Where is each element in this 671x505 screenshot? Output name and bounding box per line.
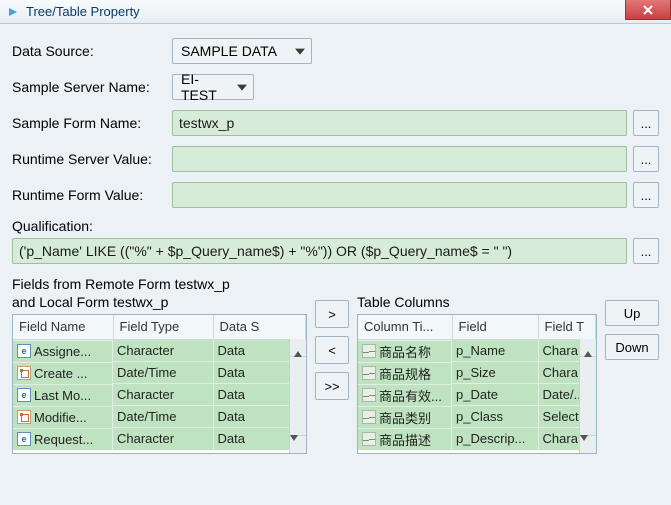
char-field-icon: e (17, 388, 31, 402)
runtime-form-label: Runtime Form Value: (12, 187, 172, 203)
columns-header-field[interactable]: Field (452, 315, 538, 339)
sample-form-label: Sample Form Name: (12, 115, 172, 131)
move-right-button[interactable]: > (315, 300, 349, 328)
column-field-cell: p_Size (452, 362, 538, 384)
columns-table[interactable]: Column Ti... Field Field T 商品名称p_NameCha… (358, 315, 596, 450)
close-button[interactable] (625, 0, 671, 20)
title-bar: Tree/Table Property (0, 0, 671, 24)
fields-heading-line1: Fields from Remote Form testwx_p (12, 276, 307, 292)
runtime-server-browse-button[interactable]: ... (633, 146, 659, 172)
sample-server-select[interactable]: EI-TEST (172, 74, 254, 100)
field-type-cell: Date/Time (113, 406, 213, 428)
qualification-input[interactable]: ('p_Name' LIKE (("%" + $p_Query_name$) +… (12, 238, 627, 264)
app-icon (6, 5, 20, 19)
qualification-label: Qualification: (12, 218, 659, 234)
table-row[interactable]: 商品规格p_SizeChara... (358, 362, 595, 384)
fields-heading-line2: and Local Form testwx_p (12, 294, 307, 310)
column-icon (362, 388, 376, 402)
field-name-cell: eAssigne... (13, 340, 113, 362)
char-field-icon: e (17, 432, 31, 446)
runtime-server-input[interactable] (172, 146, 627, 172)
columns-table-wrap: Column Ti... Field Field T 商品名称p_NameCha… (357, 314, 597, 454)
runtime-server-label: Runtime Server Value: (12, 151, 172, 167)
fields-header-data[interactable]: Data S (213, 315, 306, 339)
down-button[interactable]: Down (605, 334, 659, 360)
field-type-cell: Character (113, 339, 213, 362)
runtime-form-browse-button[interactable]: ... (633, 182, 659, 208)
table-row[interactable]: 商品类别p_ClassSelect... (358, 406, 595, 428)
table-row[interactable]: eLast Mo...CharacterData (13, 384, 306, 406)
fields-table[interactable]: Field Name Field Type Data S eAssigne...… (13, 315, 306, 450)
date-field-icon (17, 366, 31, 380)
data-source-value: SAMPLE DATA (181, 43, 277, 59)
column-title-cell: 商品有效... (358, 384, 452, 406)
sample-server-value: EI-TEST (181, 71, 231, 103)
window-title: Tree/Table Property (26, 4, 140, 19)
sample-form-value: testwx_p (179, 115, 234, 131)
qualification-browse-button[interactable]: ... (633, 238, 659, 264)
scroll-up-icon[interactable] (290, 339, 306, 357)
field-name-cell: eLast Mo... (13, 384, 113, 406)
columns-header-type[interactable]: Field T (538, 315, 595, 339)
fields-panel: Fields from Remote Form testwx_p and Loc… (12, 276, 307, 454)
fields-header-type[interactable]: Field Type (113, 315, 213, 339)
column-field-cell: p_Date (452, 384, 538, 406)
transfer-buttons: > < >> (315, 300, 349, 400)
order-buttons: Up Down (605, 300, 659, 360)
up-button[interactable]: Up (605, 300, 659, 326)
fields-table-wrap: Field Name Field Type Data S eAssigne...… (12, 314, 307, 454)
data-source-label: Data Source: (12, 43, 172, 59)
column-icon (362, 366, 376, 380)
column-field-cell: p_Name (452, 339, 538, 362)
column-field-cell: p_Descrip... (452, 428, 538, 450)
scroll-down-icon[interactable] (290, 435, 306, 453)
table-row[interactable]: 商品描述p_Descrip...Chara... (358, 428, 595, 450)
sample-form-input[interactable]: testwx_p (172, 110, 627, 136)
columns-vscroll[interactable] (579, 339, 596, 453)
scroll-down-icon[interactable] (580, 435, 596, 453)
sample-form-browse-button[interactable]: ... (633, 110, 659, 136)
sample-server-label: Sample Server Name: (12, 79, 172, 95)
char-field-icon: e (17, 344, 31, 358)
table-row[interactable]: Modifie...Date/TimeData (13, 406, 306, 428)
columns-panel: Table Columns Column Ti... Field Field T… (357, 276, 597, 454)
column-icon (362, 344, 376, 358)
field-name-cell: eRequest... (13, 428, 113, 450)
table-row[interactable]: 商品有效...p_DateDate/... (358, 384, 595, 406)
column-title-cell: 商品类别 (358, 406, 452, 428)
field-name-cell: Create ... (13, 362, 113, 384)
field-name-cell: Modifie... (13, 406, 113, 428)
columns-header-title[interactable]: Column Ti... (358, 315, 452, 339)
field-type-cell: Date/Time (113, 362, 213, 384)
column-field-cell: p_Class (452, 406, 538, 428)
data-source-select[interactable]: SAMPLE DATA (172, 38, 312, 64)
column-title-cell: 商品名称 (358, 340, 452, 362)
qualification-value: ('p_Name' LIKE (("%" + $p_Query_name$) +… (19, 243, 512, 259)
date-field-icon (17, 410, 31, 424)
runtime-form-input[interactable] (172, 182, 627, 208)
column-title-cell: 商品规格 (358, 362, 452, 384)
move-all-right-button[interactable]: >> (315, 372, 349, 400)
column-icon (362, 410, 376, 424)
fields-header-name[interactable]: Field Name (13, 315, 113, 339)
table-row[interactable]: Create ...Date/TimeData (13, 362, 306, 384)
column-title-cell: 商品描述 (358, 428, 452, 450)
columns-heading: Table Columns (357, 294, 597, 310)
table-row[interactable]: 商品名称p_NameChara... (358, 339, 595, 362)
field-type-cell: Character (113, 384, 213, 406)
table-row[interactable]: eAssigne...CharacterData (13, 339, 306, 362)
fields-vscroll[interactable] (289, 339, 306, 453)
lower-section: Fields from Remote Form testwx_p and Loc… (0, 276, 671, 454)
column-icon (362, 432, 376, 446)
move-left-button[interactable]: < (315, 336, 349, 364)
form-area: Data Source: SAMPLE DATA Sample Server N… (0, 24, 671, 264)
table-row[interactable]: eRequest...CharacterData (13, 428, 306, 450)
scroll-up-icon[interactable] (580, 339, 596, 357)
field-type-cell: Character (113, 428, 213, 450)
